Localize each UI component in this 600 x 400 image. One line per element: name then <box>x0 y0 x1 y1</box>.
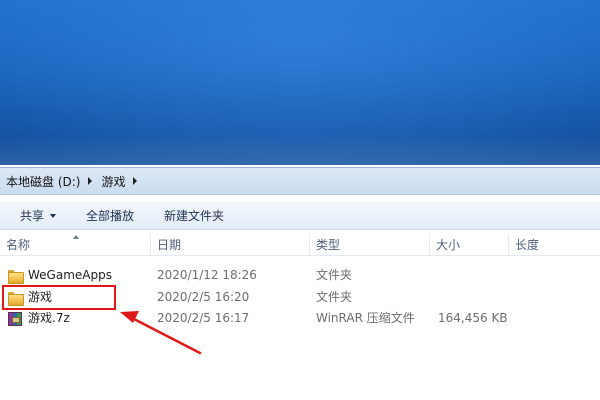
annotation-arrow <box>120 311 202 355</box>
annotation-arrow-shaft <box>130 316 202 355</box>
